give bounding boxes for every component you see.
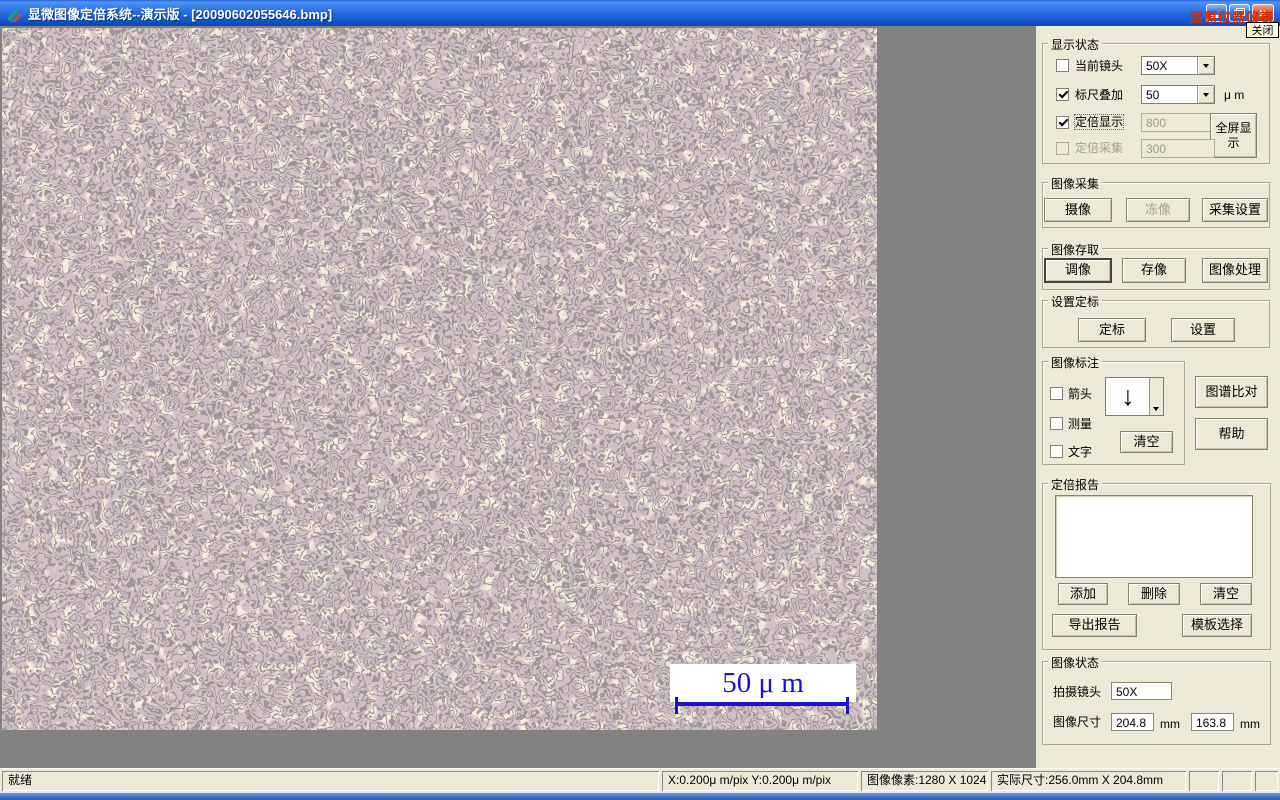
text-label: 文字: [1068, 445, 1093, 459]
fixed-capture-label: 定倍采集: [1075, 141, 1124, 155]
fixed-display-checkbox[interactable]: [1056, 116, 1069, 129]
ruler-overlay-label: 标尺叠加: [1075, 88, 1124, 102]
calibrate-button[interactable]: 定标: [1078, 318, 1146, 342]
export-report-button[interactable]: 导出报告: [1052, 614, 1137, 637]
shoot-lens-field: 50X: [1111, 682, 1172, 700]
annotation-clear-button[interactable]: 清空: [1120, 431, 1173, 453]
fixed-capture-field: 300: [1141, 139, 1215, 158]
text-checkbox[interactable]: [1050, 445, 1063, 458]
freeze-button: 冻像: [1126, 198, 1190, 222]
chevron-down-icon[interactable]: [1149, 378, 1163, 415]
statusbar: 就绪 X:0.200μ m/pix Y:0.200μ m/pix 图像像素:12…: [0, 768, 1280, 794]
arrow-label: 箭头: [1068, 387, 1093, 401]
image-viewport: 50 μ m: [0, 26, 1036, 768]
status-ready: 就绪: [2, 771, 659, 791]
load-image-button[interactable]: 调像: [1044, 258, 1112, 283]
image-height-unit: mm: [1240, 717, 1260, 731]
ruler-value: 50: [1146, 88, 1160, 102]
ruler-unit-label: μ m: [1224, 88, 1245, 102]
report-listbox[interactable]: [1055, 495, 1253, 578]
chevron-down-icon[interactable]: [1197, 57, 1214, 74]
save-image-button[interactable]: 存像: [1122, 258, 1186, 283]
group-report-title: 定倍报告: [1048, 476, 1103, 493]
image-process-button[interactable]: 图像处理: [1202, 258, 1268, 283]
scalebar-text: 50 μ m: [722, 666, 804, 699]
group-image-status: 图像状态: [1042, 654, 1271, 745]
group-storage-title: 图像存取: [1048, 241, 1103, 258]
capture-settings-button[interactable]: 采集设置: [1202, 198, 1268, 222]
measure-label: 测量: [1068, 417, 1093, 431]
close-tooltip: 关闭: [1246, 22, 1279, 38]
control-panel: 显示状态 当前镜头 50X 标尺叠加 50 μ m 定倍显示 800 全屏显示 …: [1036, 26, 1280, 768]
group-capture-title: 图像采集: [1048, 175, 1103, 192]
group-calibration: 设置 定标: [1042, 293, 1270, 348]
current-lens-dropdown[interactable]: 50X: [1141, 56, 1215, 75]
image-size-label: 图像尺寸: [1053, 715, 1102, 729]
group-image-status-title: 图像状态: [1048, 654, 1103, 671]
down-arrow-icon: ↓: [1121, 381, 1135, 411]
measure-checkbox[interactable]: [1050, 417, 1063, 430]
group-annotation-title: 图像标注: [1048, 354, 1103, 371]
help-button[interactable]: 帮助: [1195, 418, 1268, 450]
shoot-lens-label: 拍摄镜头: [1053, 685, 1102, 699]
current-lens-label: 当前镜头: [1075, 59, 1124, 73]
titlebar: 显微图像定倍系统--演示版 - [20090602055646.bmp]: [0, 0, 1280, 26]
image-width-unit: mm: [1160, 717, 1180, 731]
status-empty-2: [1222, 771, 1252, 791]
chevron-down-icon[interactable]: [1197, 86, 1214, 103]
arrow-style-dropdown[interactable]: ↓: [1105, 377, 1164, 416]
group-calibration-title: 设置定标: [1048, 293, 1103, 310]
shoot-button[interactable]: 摄像: [1044, 198, 1112, 222]
window-title: 显微图像定倍系统--演示版 - [20090602055646.bmp]: [28, 6, 333, 22]
template-select-button[interactable]: 模板选择: [1182, 614, 1252, 637]
scalebar-tick-left: [675, 697, 678, 714]
current-lens-checkbox[interactable]: [1056, 59, 1069, 72]
fullscreen-button[interactable]: 全屏显示: [1210, 113, 1257, 158]
status-pixel-scale: X:0.200μ m/pix Y:0.200μ m/pix: [662, 771, 858, 791]
ruler-value-dropdown[interactable]: 50: [1141, 85, 1215, 104]
app-icon: [5, 5, 22, 24]
report-delete-button[interactable]: 删除: [1128, 583, 1180, 605]
fixed-display-label: 定倍显示: [1073, 114, 1125, 130]
fixed-capture-checkbox: [1056, 142, 1069, 155]
current-lens-value: 50X: [1146, 59, 1168, 73]
calibration-set-button[interactable]: 设置: [1171, 318, 1235, 342]
image-height-field: 163.8: [1191, 713, 1234, 731]
report-add-button[interactable]: 添加: [1058, 583, 1108, 605]
status-empty-3: [1255, 771, 1278, 791]
report-clear-button[interactable]: 清空: [1200, 583, 1252, 605]
atlas-compare-button[interactable]: 图谱比对: [1195, 376, 1268, 408]
image-width-field: 204.8: [1111, 713, 1154, 731]
window-bottom-border: [0, 793, 1280, 800]
ruler-overlay-checkbox[interactable]: [1056, 88, 1069, 101]
scalebar-label-box: 50 μ m: [670, 664, 856, 702]
scalebar-tick-right: [846, 697, 849, 714]
status-image-pixels: 图像像素:1280 X 1024: [861, 771, 988, 791]
status-actual-size: 实际尺寸:256.0mm X 204.8mm: [991, 771, 1186, 791]
status-empty-1: [1189, 771, 1219, 791]
scalebar-line: [676, 702, 849, 706]
fixed-display-field: 800: [1141, 113, 1215, 132]
group-display-status-title: 显示状态: [1048, 36, 1103, 53]
micrograph-canvas[interactable]: 50 μ m: [2, 28, 877, 730]
arrow-checkbox[interactable]: [1050, 387, 1063, 400]
